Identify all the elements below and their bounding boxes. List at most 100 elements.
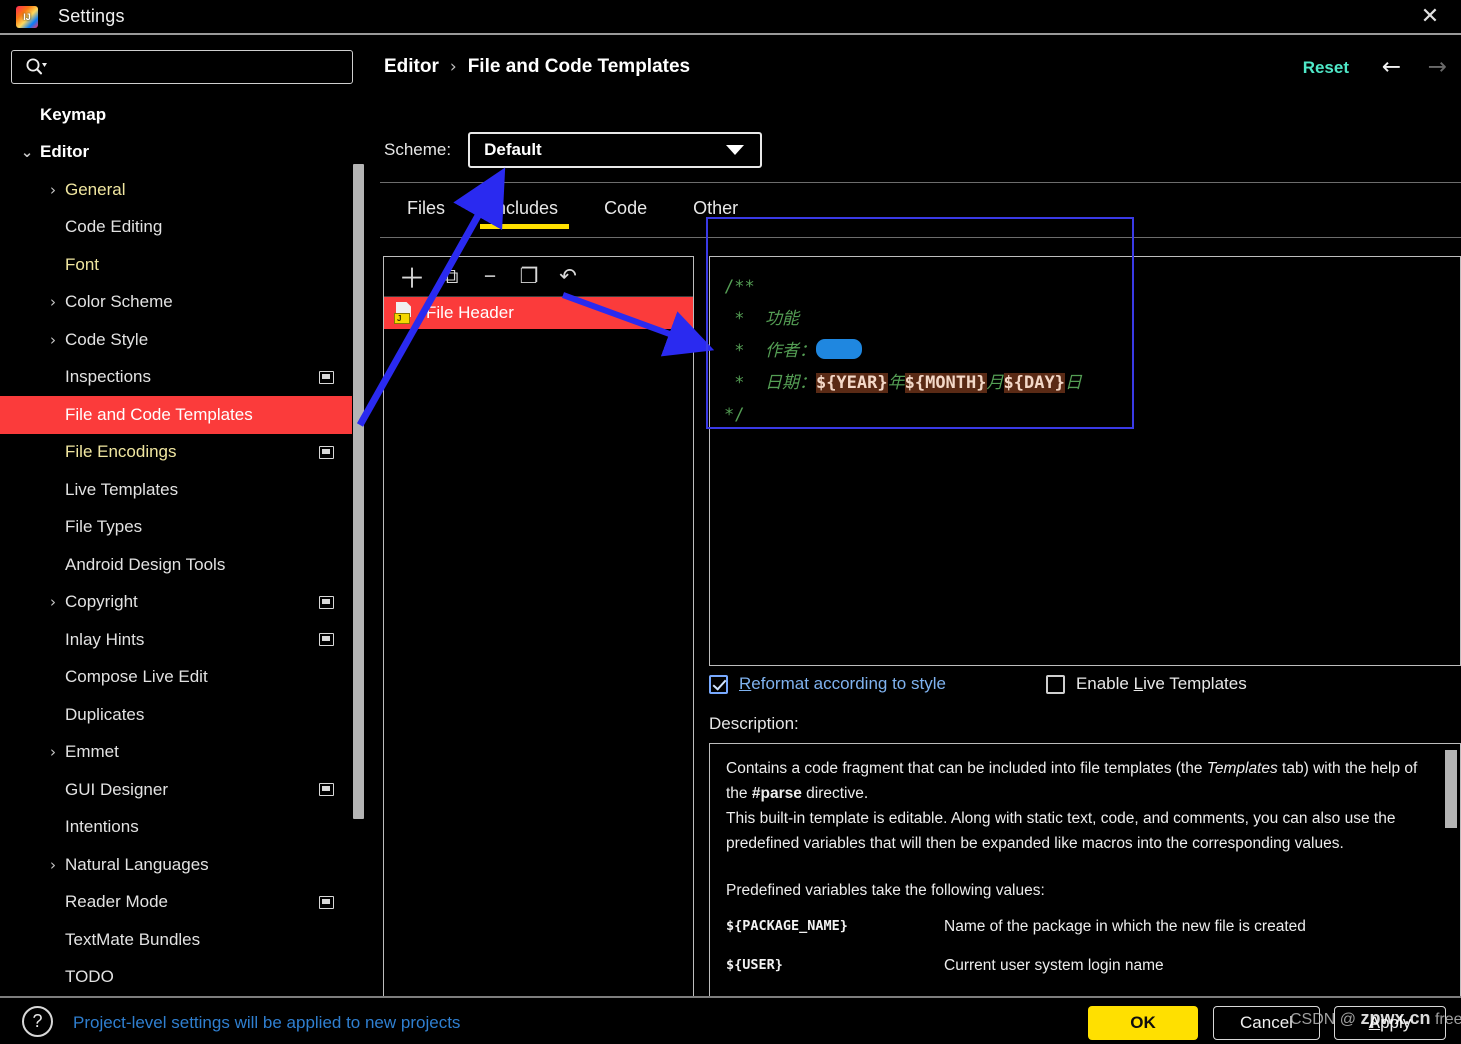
sidebar-item-intentions[interactable]: Intentions	[0, 809, 352, 847]
sidebar-item-inspections[interactable]: Inspections	[0, 359, 352, 397]
tab-label: Includes	[491, 198, 559, 218]
sidebar-item-label: Keymap	[40, 104, 107, 124]
editor-options-row: Reformat according to style Enable Live …	[709, 674, 1461, 694]
code-var-month: ${MONTH}	[904, 373, 987, 393]
tab-files[interactable]: Files	[384, 192, 468, 229]
non-project-setting-icon	[319, 895, 334, 909]
sidebar-item-file-encodings[interactable]: File Encodings	[0, 434, 352, 472]
sidebar-item-code-style[interactable]: › Code Style	[0, 321, 352, 359]
sidebar-item-duplicates[interactable]: Duplicates	[0, 696, 352, 734]
tab-label: Files	[407, 198, 446, 218]
sidebar-item-label: Copyright	[65, 592, 138, 612]
code-text-gongneng: 功能	[764, 309, 799, 329]
sidebar-item-label: Inspections	[65, 367, 151, 387]
description-paragraph-1: Contains a code fragment that can be inc…	[726, 756, 1420, 806]
breadcrumb-item-current: File and Code Templates	[467, 56, 691, 77]
breadcrumb-item-editor[interactable]: Editor	[384, 56, 439, 78]
sidebar-item-textmate-bundles[interactable]: TextMate Bundles	[0, 921, 352, 959]
sidebar-item-label: Emmet	[65, 742, 119, 762]
remove-icon[interactable]: −	[472, 261, 508, 293]
scheme-divider	[380, 182, 1461, 183]
add-icon[interactable]: ＋	[394, 261, 430, 294]
code-text-riqi: 日期：	[764, 373, 816, 393]
sidebar-item-file-and-code-templates[interactable]: File and Code Templates	[0, 396, 352, 434]
search-icon	[24, 57, 48, 77]
sidebar-item-live-templates[interactable]: Live Templates	[0, 471, 352, 509]
ok-button[interactable]: OK	[1088, 1006, 1198, 1040]
sidebar-item-label: Code Style	[65, 329, 149, 349]
description-scrollbar-thumb[interactable]	[1445, 750, 1457, 828]
sidebar-scrollbar-thumb[interactable]	[353, 164, 364, 819]
enable-live-templates-checkbox[interactable]	[1045, 674, 1065, 694]
tab-includes[interactable]: Includes	[468, 192, 581, 229]
tab-other[interactable]: Other	[670, 192, 761, 229]
sidebar-item-compose-live-edit[interactable]: Compose Live Edit	[0, 659, 352, 697]
reformat-checkbox-label[interactable]: Reformat according to style	[739, 674, 946, 694]
redaction-mark	[815, 339, 862, 359]
sidebar-item-keymap[interactable]: Keymap	[0, 96, 352, 134]
code-text-yue: 月	[986, 373, 1004, 393]
sidebar-item-natural-languages[interactable]: › Natural Languages	[0, 846, 352, 884]
sidebar-item-general[interactable]: › General	[0, 171, 352, 209]
chevron-down-icon[interactable]: ⌄	[18, 143, 36, 161]
sidebar-item-emmet[interactable]: › Emmet	[0, 734, 352, 772]
template-code-editor[interactable]: /** * 功能 * 作者： * 日期：${YEAR}年${MONTH}月${D…	[709, 256, 1461, 666]
variable-description: Name of the package in which the new fil…	[944, 918, 1306, 935]
chevron-right-icon[interactable]: ›	[44, 331, 62, 349]
non-project-setting-icon	[319, 633, 334, 647]
search-box[interactable]	[11, 50, 353, 84]
chevron-down-icon	[726, 145, 745, 155]
description-paragraph-2: This built-in template is editable. Alon…	[726, 810, 1396, 852]
enable-live-templates-label[interactable]: Enable Live Templates	[1076, 674, 1247, 694]
sidebar-item-android-design-tools[interactable]: Android Design Tools	[0, 546, 352, 584]
sidebar-item-color-scheme[interactable]: › Color Scheme	[0, 284, 352, 322]
chevron-right-icon[interactable]: ›	[44, 743, 62, 761]
sidebar-item-code-editing[interactable]: Code Editing	[0, 209, 352, 247]
sidebar-item-copyright[interactable]: › Copyright	[0, 584, 352, 622]
sidebar-item-font[interactable]: Font	[0, 246, 352, 284]
help-icon[interactable]: ?	[22, 1006, 53, 1037]
apply-button[interactable]: Apply	[1334, 1006, 1446, 1040]
template-list-item[interactable]: J File Header	[384, 297, 693, 329]
sidebar-item-label: File and Code Templates	[65, 404, 253, 424]
sidebar-item-editor[interactable]: ⌄ Editor	[0, 134, 352, 172]
code-line: */	[724, 405, 745, 425]
variable-description: Current user system login name	[944, 957, 1164, 974]
description-paragraph-3: Predefined variables take the following …	[726, 882, 1045, 899]
intellij-idea-icon	[16, 5, 38, 28]
forward-arrow-icon[interactable]: →	[1428, 56, 1447, 79]
settings-tree[interactable]: Keymap ⌄ Editor › General Code Editing Font › Co…	[0, 96, 352, 994]
scheme-dropdown[interactable]: Default	[468, 132, 763, 168]
sidebar-item-reader-mode[interactable]: Reader Mode	[0, 884, 352, 922]
template-name: File Header	[426, 303, 514, 322]
tab-code[interactable]: Code	[581, 192, 670, 229]
close-icon[interactable]: ✕	[1399, 0, 1461, 33]
sidebar-item-label: Editor	[40, 142, 90, 162]
template-tabs[interactable]: Files Includes Code Other	[384, 192, 761, 229]
reset-link[interactable]: Reset	[1303, 58, 1349, 78]
sidebar-item-todo[interactable]: TODO	[0, 959, 352, 995]
sidebar-item-label: File Encodings	[65, 442, 177, 462]
cancel-button[interactable]: Cancel	[1213, 1006, 1320, 1040]
chevron-right-icon[interactable]: ›	[44, 856, 62, 874]
non-project-setting-icon	[319, 370, 334, 384]
copy-file-icon[interactable]: ⧉	[433, 261, 469, 293]
chevron-right-icon[interactable]: ›	[44, 293, 62, 311]
search-input[interactable]	[48, 58, 352, 76]
reformat-checkbox[interactable]	[709, 674, 728, 694]
sidebar-item-inlay-hints[interactable]: Inlay Hints	[0, 621, 352, 659]
window-title: Settings	[58, 6, 125, 26]
description-panel[interactable]: Contains a code fragment that can be inc…	[709, 743, 1461, 1011]
chevron-right-icon[interactable]: ›	[44, 593, 62, 611]
duplicate-icon[interactable]: ❐	[511, 261, 547, 293]
variable-name: ${USER}	[726, 957, 783, 973]
templates-list[interactable]: J File Header	[384, 297, 693, 329]
back-arrow-icon[interactable]: ←	[1382, 56, 1401, 79]
sidebar-item-label: Android Design Tools	[65, 554, 226, 574]
footer-note[interactable]: Project-level settings will be applied t…	[73, 1013, 460, 1033]
sidebar-item-gui-designer[interactable]: GUI Designer	[0, 771, 352, 809]
reset-icon[interactable]: ↶	[550, 261, 586, 293]
sidebar-item-file-types[interactable]: File Types	[0, 509, 352, 547]
chevron-right-icon[interactable]: ›	[44, 181, 62, 199]
java-file-icon: J	[394, 302, 416, 324]
